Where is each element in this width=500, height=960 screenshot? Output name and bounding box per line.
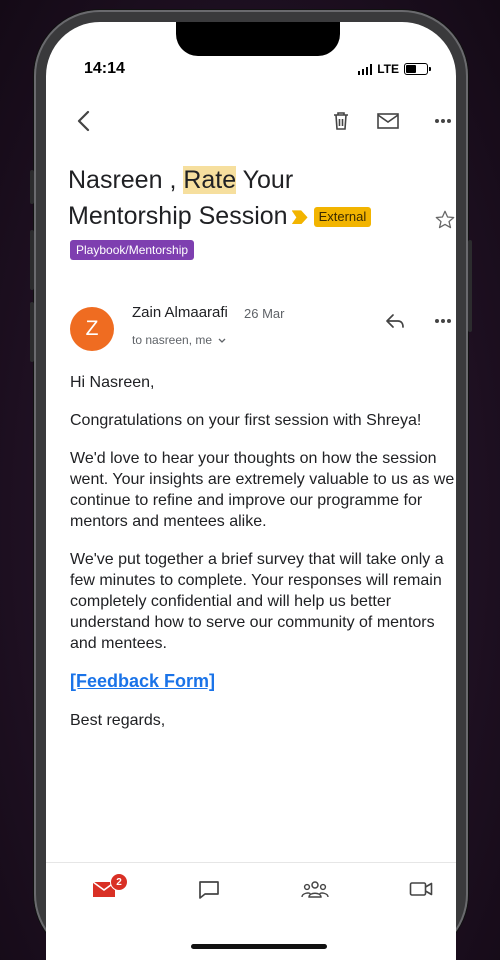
message-body: Hi Nasreen, Congratulations on your firs… [70, 372, 455, 748]
reply-button[interactable] [380, 306, 410, 336]
mail-icon [377, 113, 399, 129]
network-label: LTE [377, 62, 399, 76]
volume-up-button [30, 230, 34, 290]
signal-icon [357, 63, 373, 75]
email-subject: Nasreen , Rate Your Mentorship Session Ex… [68, 162, 388, 234]
more-button[interactable] [428, 106, 456, 136]
bottom-tab-bar: 2 [46, 862, 456, 923]
unread-badge: 2 [110, 873, 128, 891]
subject-prefix: Nasreen , [68, 166, 184, 194]
message-date: 26 Mar [244, 306, 285, 321]
screen: 14:14 LTE Nasreen , Rate Your Mentorship… [46, 22, 456, 960]
star-button[interactable] [430, 205, 456, 235]
volume-down-button [30, 302, 34, 362]
delete-icon [334, 112, 348, 130]
sender-name: Zain Almaarafi [132, 304, 228, 321]
mark-unread-button[interactable] [373, 106, 403, 136]
recipients-toggle[interactable]: to nasreen, me [132, 333, 226, 347]
tab-meet[interactable] [409, 880, 435, 902]
tab-chat[interactable] [198, 880, 222, 902]
power-button [468, 240, 472, 332]
paragraph: We've put together a brief survey that w… [70, 551, 444, 652]
tab-mail[interactable]: 2 [92, 873, 128, 902]
greeting: Hi Nasreen, [70, 374, 155, 391]
phone-frame: 14:14 LTE Nasreen , Rate Your Mentorship… [30, 10, 472, 960]
reply-icon [386, 314, 404, 328]
status-time: 14:14 [84, 60, 125, 77]
battery-icon [404, 63, 431, 75]
chevron-left-icon [77, 110, 90, 132]
recipients-text: to nasreen, me [132, 333, 213, 347]
mute-switch [30, 170, 34, 204]
star-icon [435, 210, 455, 229]
status-icons: LTE [357, 62, 431, 76]
tab-spaces[interactable] [301, 880, 329, 902]
message-more-button[interactable] [428, 306, 456, 336]
more-icon [435, 319, 451, 323]
paragraph: We'd love to hear your thoughts on how t… [70, 450, 455, 530]
avatar[interactable]: Z [70, 307, 114, 351]
people-icon [301, 881, 329, 898]
home-indicator [191, 944, 327, 949]
delete-button[interactable] [326, 106, 356, 136]
chevron-down-icon [218, 338, 226, 343]
label-chip[interactable]: Playbook/Mentorship [70, 240, 195, 260]
back-button[interactable] [68, 106, 98, 136]
signoff: Best regards, [70, 712, 166, 729]
more-icon [435, 119, 451, 123]
paragraph: Congratulations on your first session wi… [70, 412, 422, 429]
video-icon [409, 882, 433, 896]
feedback-form-link[interactable]: [Feedback Form] [70, 671, 215, 691]
subject-highlight: Rate [183, 166, 237, 194]
important-marker-icon[interactable] [291, 210, 308, 225]
notch [176, 22, 340, 56]
external-tag: External [313, 207, 372, 228]
chat-icon [199, 881, 219, 899]
